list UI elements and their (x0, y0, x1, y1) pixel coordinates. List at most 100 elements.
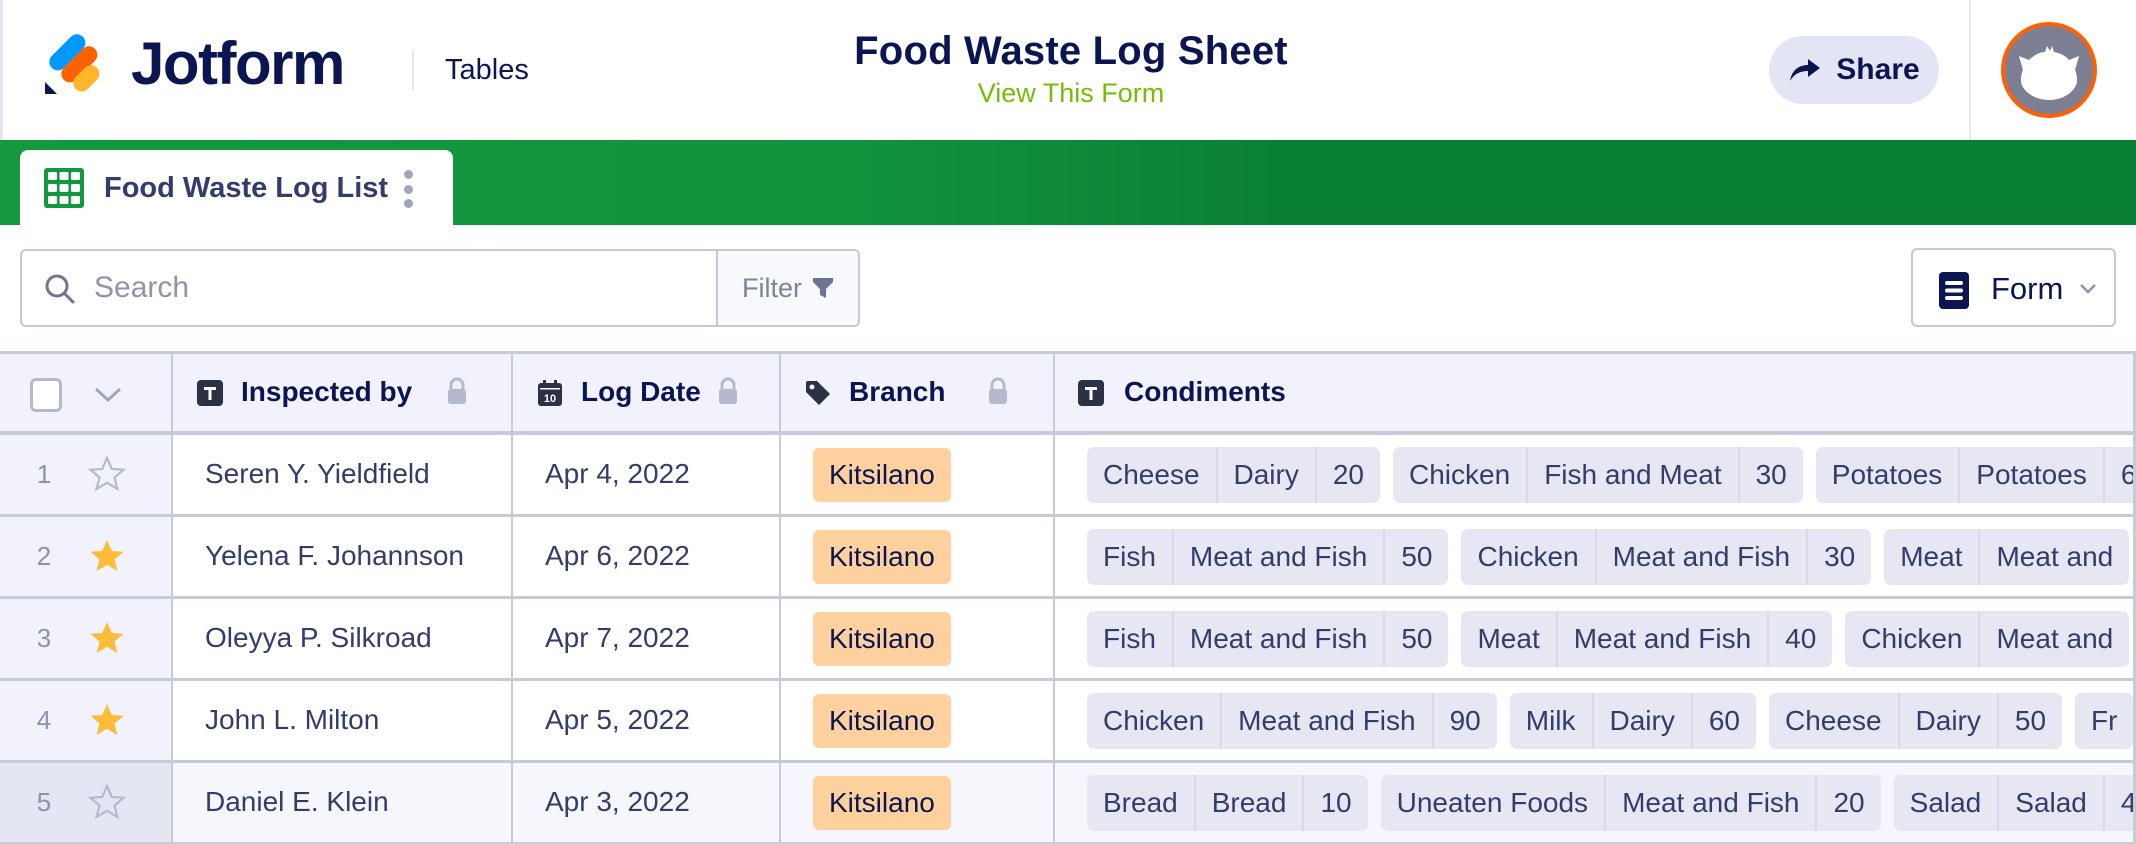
condiment-quantity: 30 (1737, 447, 1803, 503)
header-divider (1969, 0, 1971, 140)
condiment-category: Dairy (1897, 693, 1997, 749)
condiment-item: Meat (1477, 623, 1540, 654)
cell-inspected-by[interactable]: Daniel E. Klein (173, 763, 513, 842)
cell-log-date[interactable]: Apr 4, 2022 (513, 435, 781, 514)
log-date-value: Apr 5, 2022 (545, 704, 690, 735)
condiment-category: Dairy (1591, 693, 1691, 749)
inspected-by-value: Yelena F. Johannson (205, 540, 464, 571)
column-label: Inspected by (241, 376, 413, 407)
cell-inspected-by[interactable]: Oleyya P. Silkroad (173, 599, 513, 678)
condiment-quantity: 30 (1806, 529, 1871, 585)
condiment-entry: Chicken Meat and Fish 90 (1087, 693, 1497, 749)
condiment-category: Salad (1997, 775, 2103, 831)
condiment-quantity: 50 (1383, 529, 1448, 585)
share-button[interactable]: Share (1769, 36, 1939, 104)
branch-tag: Kitsilano (813, 612, 951, 666)
star-filled-icon[interactable] (88, 702, 126, 738)
condiment-entry: Chicken Fish and Meat 30 (1393, 447, 1803, 503)
cell-branch[interactable]: Kitsilano (781, 517, 1055, 596)
star-filled-icon[interactable] (88, 620, 126, 656)
text-type-icon (197, 380, 223, 406)
filter-button[interactable]: Filter (716, 251, 858, 325)
row-select-cell[interactable]: 4 (0, 681, 173, 760)
filter-funnel-icon (813, 278, 833, 298)
condiments-list: Bread Bread 10 Uneaten Foods Meat and Fish 20… (1087, 775, 2133, 831)
condiment-category: Meat and Fish (1220, 693, 1431, 749)
condiment-item: Salad (1909, 787, 1982, 818)
row-select-cell[interactable]: 1 (0, 435, 173, 514)
cell-branch[interactable]: Kitsilano (781, 681, 1055, 760)
svg-text:10: 10 (544, 393, 556, 405)
cell-inspected-by[interactable]: Seren Y. Yieldfield (173, 435, 513, 514)
cell-log-date[interactable]: Apr 6, 2022 (513, 517, 781, 596)
condiment-entry: Cheese Dairy 20 (1087, 447, 1381, 503)
search-field[interactable] (22, 251, 716, 325)
condiment-item: Chicken (1861, 623, 1963, 654)
log-date-value: Apr 7, 2022 (545, 622, 690, 653)
star-outline-icon[interactable] (88, 784, 126, 820)
user-avatar[interactable] (2001, 22, 2097, 118)
tab-label: Food Waste Log List (104, 172, 389, 204)
column-header-inspected-by[interactable]: Inspected by (173, 354, 513, 431)
table-row[interactable]: 5 Daniel E. Klein Apr 3, 2022 Kitsilano … (0, 763, 2133, 844)
row-select-cell[interactable]: 5 (0, 763, 173, 842)
cell-condiments[interactable]: Bread Bread 10 Uneaten Foods Meat and Fish 20… (1055, 763, 2133, 842)
select-options-chevron-icon[interactable] (93, 387, 123, 403)
row-number: 4 (36, 705, 52, 735)
condiment-quantity: 90 (1431, 693, 1497, 749)
condiment-entry: Bread Bread 10 (1087, 775, 1368, 831)
inspected-by-value: Daniel E. Klein (205, 786, 389, 817)
star-outline-icon[interactable] (88, 456, 126, 492)
condiment-category: Dairy (1215, 447, 1315, 503)
condiment-item: Fr (2091, 705, 2118, 736)
log-date-value: Apr 3, 2022 (545, 786, 690, 817)
star-filled-icon[interactable] (88, 538, 126, 574)
cell-branch[interactable]: Kitsilano (781, 435, 1055, 514)
condiment-item: Bread (1103, 787, 1178, 818)
table-row[interactable]: 3 Oleyya P. Silkroad Apr 7, 2022 Kitsila… (0, 599, 2133, 681)
column-header-condiments[interactable]: Condiments (1055, 354, 2133, 431)
row-number: 2 (36, 541, 52, 571)
condiment-item: Fish (1103, 541, 1156, 572)
filter-label: Filter (742, 272, 802, 303)
lock-icon (448, 377, 466, 404)
cell-log-date[interactable]: Apr 5, 2022 (513, 681, 781, 760)
cell-inspected-by[interactable]: John L. Milton (173, 681, 513, 760)
condiment-category: Meat and Fish (1171, 611, 1383, 667)
select-all-checkbox[interactable] (30, 378, 62, 412)
cell-log-date[interactable]: Apr 7, 2022 (513, 599, 781, 678)
condiment-quantity: 10 (1302, 775, 1367, 831)
condiment-quantity: 6 (2102, 447, 2133, 503)
cell-condiments[interactable]: Cheese Dairy 20 Chicken Fish and Meat 30 Potat… (1055, 435, 2133, 514)
view-selector-dropdown[interactable]: Form (1911, 248, 2116, 327)
tab-more-options-icon[interactable] (402, 170, 414, 208)
condiment-quantity: 40 (1767, 611, 1832, 667)
condiment-item: Cheese (1103, 459, 1200, 490)
condiment-category: Meat and Fish (1604, 775, 1815, 831)
column-header-branch[interactable]: Branch (781, 354, 1055, 431)
condiment-entry: Milk Dairy 60 (1509, 693, 1757, 749)
search-input[interactable] (94, 265, 694, 311)
cell-condiments[interactable]: Fish Meat and Fish 50 Chicken Meat and Fish 3… (1055, 517, 2133, 596)
row-select-cell[interactable]: 2 (0, 517, 173, 596)
tab-food-waste-log-list[interactable]: Food Waste Log List (20, 150, 453, 225)
cell-branch[interactable]: Kitsilano (781, 599, 1055, 678)
cell-log-date[interactable]: Apr 3, 2022 (513, 763, 781, 842)
branch-tag: Kitsilano (813, 448, 951, 502)
condiment-item: Chicken (1409, 459, 1511, 490)
view-form-link[interactable]: View This Form (978, 76, 1165, 110)
table-row[interactable]: 2 Yelena F. Johannson Apr 6, 2022 Kitsil… (0, 517, 2133, 599)
cell-branch[interactable]: Kitsilano (781, 763, 1055, 842)
log-date-value: Apr 4, 2022 (545, 458, 690, 489)
cat-avatar-icon (2019, 46, 2079, 100)
table-row[interactable]: 4 John L. Milton Apr 5, 2022 Kitsilano C… (0, 681, 2133, 763)
condiment-quantity: 50 (1383, 611, 1448, 667)
cell-inspected-by[interactable]: Yelena F. Johannson (173, 517, 513, 596)
column-header-log-date[interactable]: 10 Log Date (513, 354, 781, 431)
inspected-by-value: John L. Milton (205, 704, 380, 735)
row-select-cell[interactable]: 3 (0, 599, 173, 678)
cell-condiments[interactable]: Chicken Meat and Fish 90 Milk Dairy 60 Cheese D… (1055, 681, 2133, 760)
cell-condiments[interactable]: Fish Meat and Fish 50 Meat Meat and Fish 40 Ch… (1055, 599, 2133, 678)
table-row[interactable]: 1 Seren Y. Yieldfield Apr 4, 2022 Kitsil… (0, 435, 2133, 517)
condiments-list: Chicken Meat and Fish 90 Milk Dairy 60 Cheese D… (1087, 693, 2133, 749)
